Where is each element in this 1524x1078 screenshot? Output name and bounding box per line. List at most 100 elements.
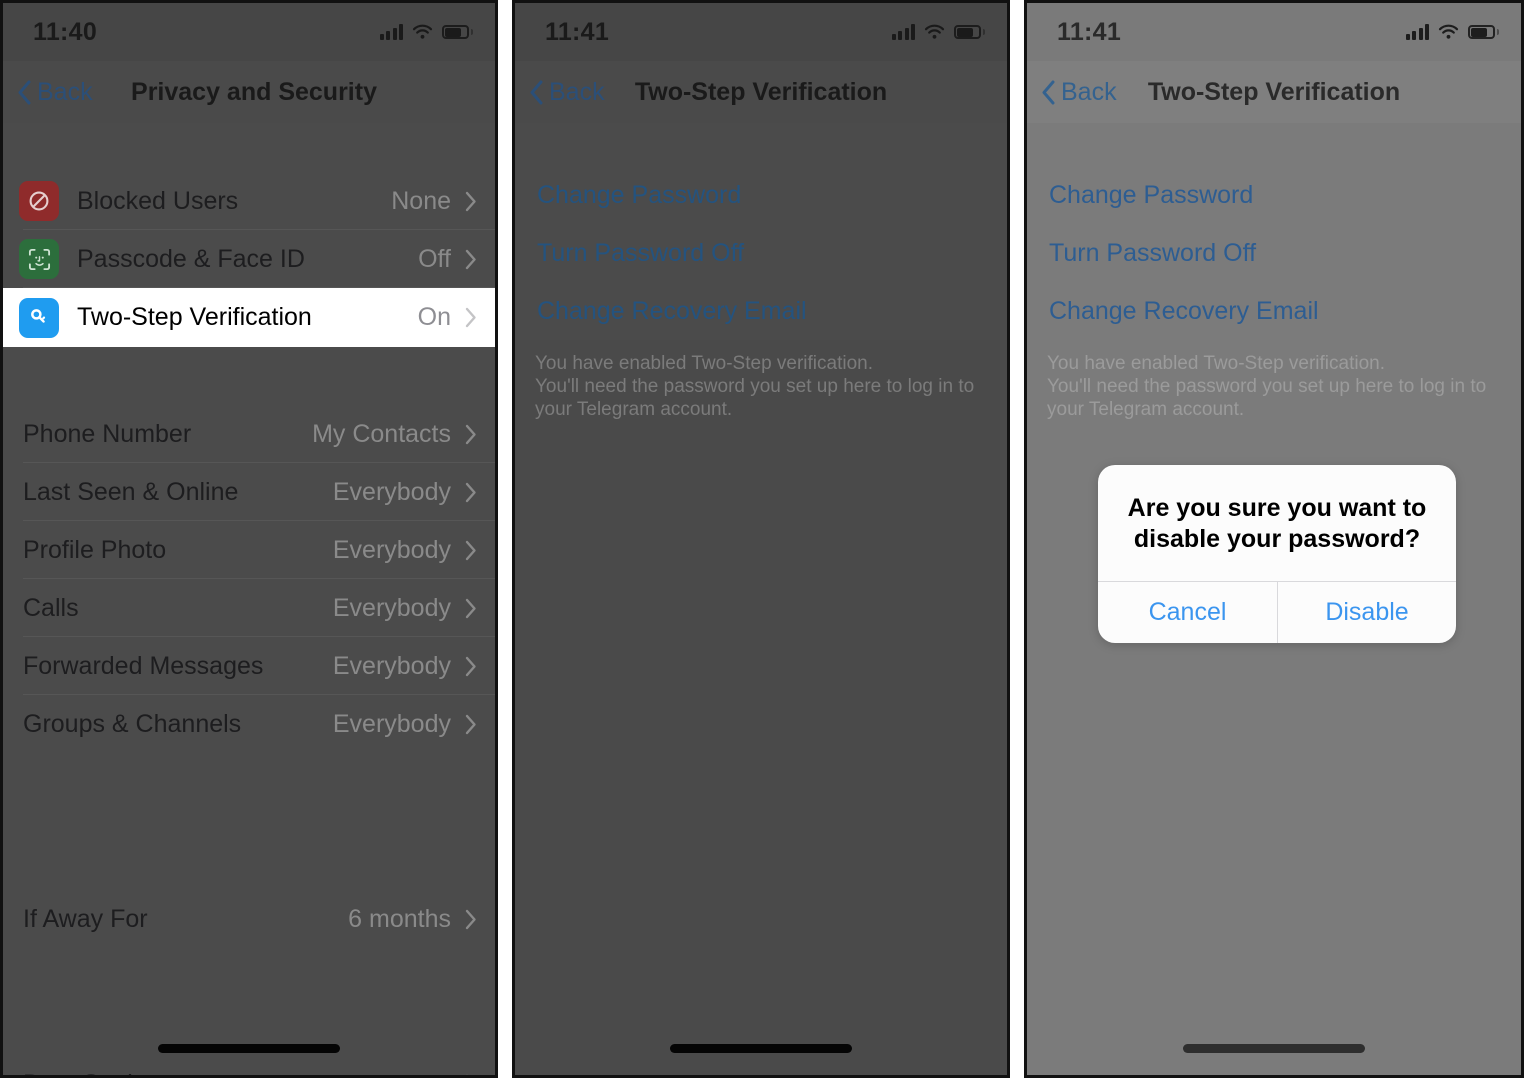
blocked-users-icon	[19, 181, 59, 221]
two-step-footnote: You have enabled Two-Step verification. …	[535, 353, 975, 421]
list-item-value: 6 months	[348, 904, 451, 933]
list-item-value: Everybody	[332, 651, 451, 680]
chevron-right-icon	[465, 249, 476, 269]
back-button[interactable]: Back	[1041, 78, 1117, 107]
action-change-recovery-email[interactable]: Change Recovery Email	[1027, 282, 1521, 340]
chevron-left-icon	[18, 80, 31, 104]
action-turn-password-off[interactable]: Turn Password Off	[515, 224, 1007, 282]
list-item-passcode-face-id[interactable]: Passcode & Face ID Off	[3, 230, 495, 288]
action-label: Change Password	[1049, 180, 1254, 209]
action-label: Change Password	[537, 180, 742, 209]
action-change-password[interactable]: Change Password	[1027, 166, 1521, 224]
back-button[interactable]: Back	[529, 78, 605, 107]
cellular-signal-icon	[379, 24, 403, 40]
list-item-profile-photo[interactable]: Profile Photo Everybody	[3, 521, 495, 579]
action-label: Change Recovery Email	[537, 296, 807, 325]
chevron-right-icon	[465, 656, 476, 676]
chevron-right-icon	[465, 1074, 469, 1075]
disable-button[interactable]: Disable	[1277, 582, 1456, 643]
footnote-area: You have enabled Two-Step verification. …	[515, 340, 1007, 1075]
two-step-action-list: Change Password Turn Password Off Change…	[515, 166, 1007, 340]
chevron-right-icon	[465, 482, 476, 502]
nav-bar: Back Two-Step Verification	[1027, 61, 1521, 123]
list-item-label: Last Seen & Online	[23, 477, 239, 506]
status-indicators	[891, 24, 985, 40]
chevron-right-icon	[465, 191, 476, 211]
list-item-label: Blocked Users	[77, 186, 239, 215]
disable-password-alert: Are you sure you want to disable your pa…	[1098, 465, 1456, 643]
list-item-value: Everybody	[332, 709, 451, 738]
list-item-value: Everybody	[332, 593, 451, 622]
chevron-right-icon	[465, 307, 476, 328]
action-label: Turn Password Off	[1049, 238, 1257, 267]
list-item-groups-channels[interactable]: Groups & Channels Everybody	[3, 695, 495, 753]
status-bar: 11:40	[3, 3, 495, 61]
list-item-label: Two-Step Verification	[77, 303, 312, 331]
list-item-label: Phone Number	[23, 419, 192, 448]
list-item-value: My Contacts	[312, 419, 451, 448]
chevron-left-icon	[530, 80, 543, 104]
action-change-password[interactable]: Change Password	[515, 166, 1007, 224]
chevron-right-icon	[465, 909, 476, 929]
chevron-right-icon	[465, 714, 476, 734]
cellular-signal-icon	[891, 24, 915, 40]
list-item-label: Profile Photo	[23, 535, 167, 564]
list-item-phone-number[interactable]: Phone Number My Contacts	[3, 405, 495, 463]
alert-actions: Cancel Disable	[1098, 581, 1456, 643]
data-settings-list: Data Settings	[3, 1055, 495, 1076]
battery-icon	[954, 25, 985, 39]
status-time: 11:41	[1057, 17, 1122, 46]
home-indicator[interactable]	[158, 1044, 340, 1053]
home-indicator[interactable]	[670, 1044, 852, 1053]
face-id-icon	[19, 239, 59, 279]
status-indicators	[379, 24, 473, 40]
list-item-two-step-verification[interactable]: Two-Step Verification On	[3, 288, 495, 347]
security-list: Blocked Users None Passcode & Face ID Of…	[3, 172, 495, 347]
list-item-calls[interactable]: Calls Everybody	[3, 579, 495, 637]
action-turn-password-off[interactable]: Turn Password Off	[1027, 224, 1521, 282]
back-button-label: Back	[549, 77, 605, 106]
list-item-blocked-users[interactable]: Blocked Users None	[3, 172, 495, 230]
action-label: Turn Password Off	[537, 238, 745, 267]
two-step-action-list: Change Password Turn Password Off Change…	[1027, 166, 1521, 340]
status-bar: 11:41	[1027, 3, 1521, 61]
key-icon	[19, 297, 59, 338]
list-item-value: None	[391, 186, 451, 215]
wifi-icon	[412, 24, 433, 40]
auto-delete-list: If Away For 6 months	[3, 891, 495, 947]
list-item-label: Data Settings	[23, 1070, 465, 1076]
wifi-icon	[924, 24, 945, 40]
status-bar: 11:41	[515, 3, 1007, 61]
list-item-label: Calls	[23, 593, 79, 622]
list-item-data-settings[interactable]: Data Settings	[3, 1055, 495, 1076]
status-time: 11:40	[33, 17, 98, 46]
alert-body: Are you sure you want to disable your pa…	[1098, 465, 1456, 581]
footnote-area: You have enabled Two-Step verification. …	[1027, 340, 1521, 1075]
list-item-value: Everybody	[332, 535, 451, 564]
battery-icon	[442, 25, 473, 39]
action-change-recovery-email[interactable]: Change Recovery Email	[515, 282, 1007, 340]
phone-screen-disable-password-alert: 11:41 Back Two-Step Verification Change …	[1024, 0, 1524, 1078]
alert-title: Are you sure you want to disable your pa…	[1127, 494, 1427, 553]
list-item-label: Forwarded Messages	[23, 651, 264, 680]
home-indicator[interactable]	[1183, 1044, 1365, 1053]
list-item-value: Off	[418, 244, 451, 273]
cancel-button[interactable]: Cancel	[1098, 582, 1277, 643]
list-item-if-away-for[interactable]: If Away For 6 months	[3, 891, 495, 947]
list-item-last-seen-online[interactable]: Last Seen & Online Everybody	[3, 463, 495, 521]
action-label: Change Recovery Email	[1049, 296, 1319, 325]
list-item-value: On	[417, 303, 451, 331]
list-item-label: Groups & Channels	[23, 709, 242, 738]
list-item-forwarded-messages[interactable]: Forwarded Messages Everybody	[3, 637, 495, 695]
phone-screen-two-step-verification: 11:41 Back Two-Step Verification Change …	[512, 0, 1010, 1078]
list-item-value: Everybody	[332, 477, 451, 506]
screenshot-stage: 11:40 Back Privacy and Security Blocked …	[0, 0, 1524, 1078]
status-indicators	[1405, 24, 1499, 40]
back-button[interactable]: Back	[17, 78, 93, 107]
back-button-label: Back	[1061, 77, 1117, 106]
cellular-signal-icon	[1405, 24, 1429, 40]
list-item-label: If Away For	[23, 904, 148, 933]
row-divider	[23, 346, 495, 347]
nav-bar: Back Privacy and Security	[3, 61, 495, 123]
back-button-label: Back	[37, 77, 93, 106]
